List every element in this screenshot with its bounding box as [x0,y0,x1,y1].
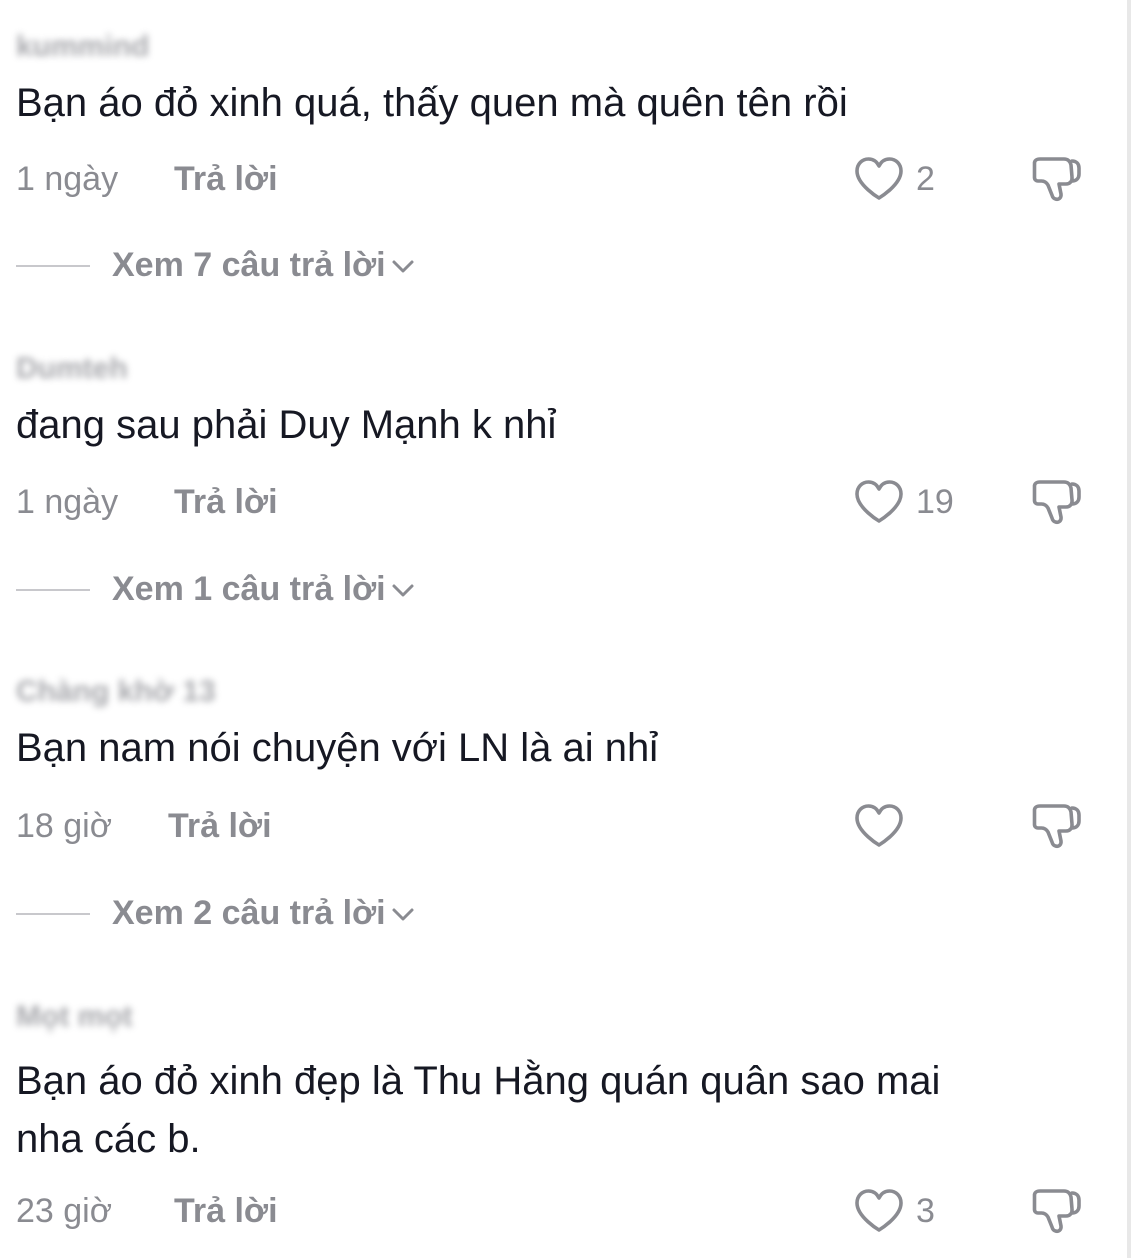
like-button[interactable] [852,802,906,850]
chevron-down-icon [390,243,416,287]
comment-text: Bạn nam nói chuyện với LN là ai nhỉ [16,726,659,770]
view-replies-row: Xem 1 câu trả lời [16,567,616,611]
dislike-button[interactable] [1028,153,1084,205]
like-count: 2 [916,160,935,198]
divider [16,589,90,591]
reply-button[interactable]: Trả lời [168,804,272,848]
like-button[interactable] [852,1187,906,1235]
comment-text: Bạn áo đỏ xinh đẹp là Thu Hằng quán quân… [16,1059,941,1161]
like-count: 3 [916,1192,935,1230]
chevron-down-icon [390,567,416,611]
view-replies-label: Xem 7 câu trả lời [112,246,386,284]
view-replies-button[interactable]: Xem 1 câu trả lời [112,567,416,611]
comment-text: Bạn áo đỏ xinh quá, thấy quen mà quên tê… [16,81,848,125]
chevron-down-icon [390,891,416,935]
like-button[interactable] [852,478,906,526]
dislike-button[interactable] [1028,476,1084,528]
comment-time: 1 ngày [16,160,119,198]
comment-username[interactable]: kummind [16,30,149,64]
heart-outline-icon [855,804,903,847]
view-replies-button[interactable]: Xem 7 câu trả lời [112,243,416,287]
divider [16,265,90,267]
comment-time: 23 giờ [16,1192,113,1230]
thumbs-down-outline-icon [1032,1189,1081,1234]
view-replies-row: Xem 7 câu trả lời [16,243,616,287]
comment-text: đang sau phải Duy Mạnh k nhỉ [16,403,557,447]
comment-time: 18 giờ [16,807,113,845]
view-replies-row: Xem 2 câu trả lời [16,891,616,935]
dislike-button[interactable] [1028,800,1084,852]
reply-button[interactable]: Trả lời [174,480,278,524]
view-replies-label: Xem 2 câu trả lời [112,894,386,932]
like-count: 19 [916,483,954,521]
comment-username[interactable]: Mọt mọt [16,1000,133,1034]
view-replies-button[interactable]: Xem 2 câu trả lời [112,891,416,935]
comment-actions: 23 giờ Trả lời 3 [16,1187,1116,1235]
scrollbar-track [1127,0,1131,1258]
like-button[interactable] [852,155,906,203]
comment-username[interactable]: Chàng khờ 13 [16,675,216,709]
view-replies-label: Xem 1 câu trả lời [112,570,386,608]
dislike-button[interactable] [1028,1185,1084,1237]
heart-outline-icon [855,1189,903,1232]
thumbs-down-outline-icon [1032,480,1081,525]
thumbs-down-outline-icon [1032,157,1081,202]
heart-outline-icon [855,480,903,523]
reply-button[interactable]: Trả lời [174,1189,278,1233]
comment-actions: 1 ngày Trả lời 19 [16,478,1116,526]
heart-outline-icon [855,157,903,200]
comment-time: 1 ngày [16,483,119,521]
thumbs-down-outline-icon [1032,804,1081,849]
comment-actions: 1 ngày Trả lời 2 [16,155,1116,203]
divider [16,913,90,915]
comment-username[interactable]: Dumteh [16,352,128,386]
reply-button[interactable]: Trả lời [174,157,278,201]
comment-actions: 18 giờ Trả lời [16,802,1116,850]
